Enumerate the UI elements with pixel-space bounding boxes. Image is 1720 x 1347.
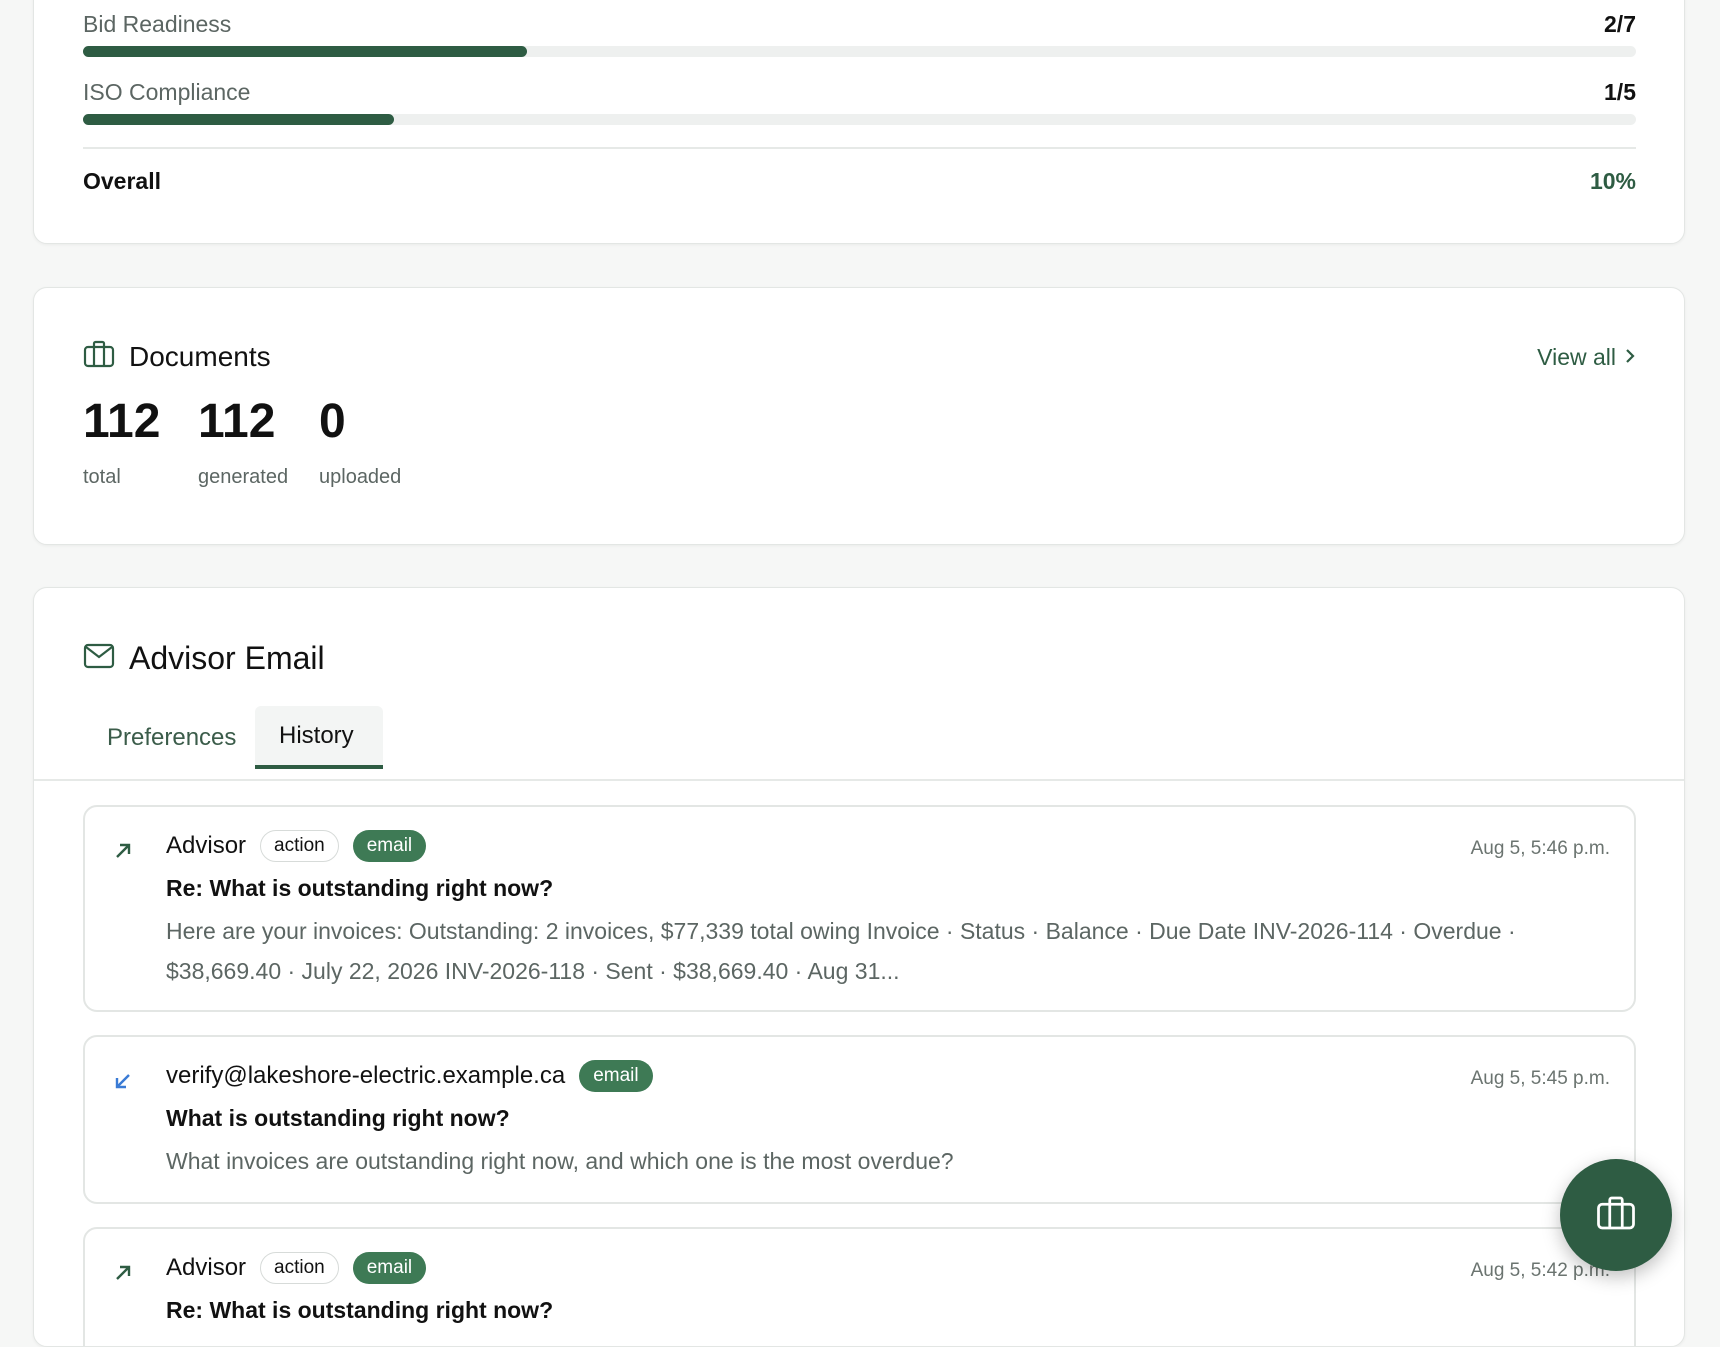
progress-label: ISO Compliance — [83, 79, 251, 105]
arrow-down-left-icon — [113, 1071, 133, 1096]
tab-bar: Preferences History — [34, 706, 1684, 781]
progress-bar — [83, 46, 1636, 57]
overall-value: 10% — [1589, 168, 1636, 194]
progress-count: 2/7 — [1604, 11, 1636, 37]
view-all-label: View all — [1537, 344, 1616, 370]
briefcase-icon — [1596, 1195, 1636, 1236]
advisor-email-title: Advisor Email — [129, 640, 325, 676]
tab-history[interactable]: History — [255, 706, 383, 769]
email-history-item[interactable]: Advisor action email Aug 5, 5:46 p.m. Re… — [83, 805, 1636, 1012]
sender: Advisor — [166, 832, 247, 859]
stat-total: 112 total — [83, 398, 160, 489]
message-preview: Here are your invoices: Outstanding: 2 i… — [166, 918, 1516, 984]
briefcase-icon — [83, 340, 115, 373]
stat-value: 0 — [319, 395, 346, 448]
progress-bar — [83, 114, 1636, 125]
email-history-item[interactable]: verify@lakeshore-electric.example.ca ema… — [83, 1035, 1636, 1204]
tag-email: email — [352, 1252, 427, 1284]
email-history-item[interactable]: Advisor action email Aug 5, 5:42 p.m. Re… — [83, 1227, 1636, 1346]
progress-row-iso-compliance: ISO Compliance 1/5 — [83, 79, 1636, 131]
stat-label: generated — [198, 466, 289, 488]
chevron-right-icon — [1624, 344, 1636, 371]
stat-value: 112 — [83, 395, 161, 448]
sender: Advisor — [166, 1254, 247, 1281]
documents-header: Documents — [83, 340, 271, 373]
sender: verify@lakeshore-electric.example.ca — [166, 1062, 566, 1089]
documents-title: Documents — [129, 340, 271, 372]
message-header: verify@lakeshore-electric.example.ca ema… — [166, 1060, 653, 1092]
tag-email: email — [352, 830, 427, 862]
tab-label: History — [279, 722, 354, 749]
progress-count: 1/5 — [1604, 79, 1636, 105]
floating-action-button[interactable] — [1560, 1159, 1672, 1271]
progress-label: Bid Readiness — [83, 11, 232, 37]
progress-bar-fill — [83, 46, 527, 57]
tag-action: action — [260, 1252, 339, 1284]
stat-value: 112 — [198, 395, 276, 448]
stat-uploaded: 0 uploaded — [319, 398, 401, 489]
message-header: Advisor action email — [166, 1252, 427, 1284]
advisor-email-header: Advisor Email — [83, 640, 325, 677]
divider — [83, 147, 1636, 149]
message-preview: What invoices are outstanding right now,… — [166, 1148, 954, 1174]
advisor-email-card: Advisor Email Preferences History Adviso… — [33, 587, 1685, 1347]
tab-label: Preferences — [107, 724, 237, 751]
message-subject: What is outstanding right now? — [166, 1105, 510, 1131]
tag-action: action — [260, 830, 339, 862]
stat-label: total — [83, 466, 121, 488]
overall-label: Overall — [83, 168, 161, 194]
stat-generated: 112 generated — [198, 398, 288, 489]
progress-bar-fill — [83, 114, 394, 125]
view-all-link[interactable]: View all — [1537, 344, 1636, 371]
arrow-up-right-icon — [113, 1263, 133, 1288]
stat-label: uploaded — [319, 466, 402, 488]
progress-row-bid-readiness: Bid Readiness 2/7 — [83, 11, 1636, 63]
arrow-up-right-icon — [113, 841, 133, 866]
progress-card: Bid Readiness 2/7 ISO Compliance 1/5 Ove… — [33, 0, 1685, 244]
timestamp: Aug 5, 5:46 p.m. — [1470, 838, 1610, 859]
message-header: Advisor action email — [166, 830, 427, 862]
mail-icon — [83, 643, 115, 674]
tag-email: email — [579, 1060, 653, 1092]
tab-preferences[interactable]: Preferences — [107, 724, 236, 752]
timestamp: Aug 5, 5:45 p.m. — [1470, 1068, 1610, 1089]
message-subject: Re: What is outstanding right now? — [166, 875, 554, 901]
documents-card: Documents View all 112 total 112 generat… — [33, 287, 1685, 545]
